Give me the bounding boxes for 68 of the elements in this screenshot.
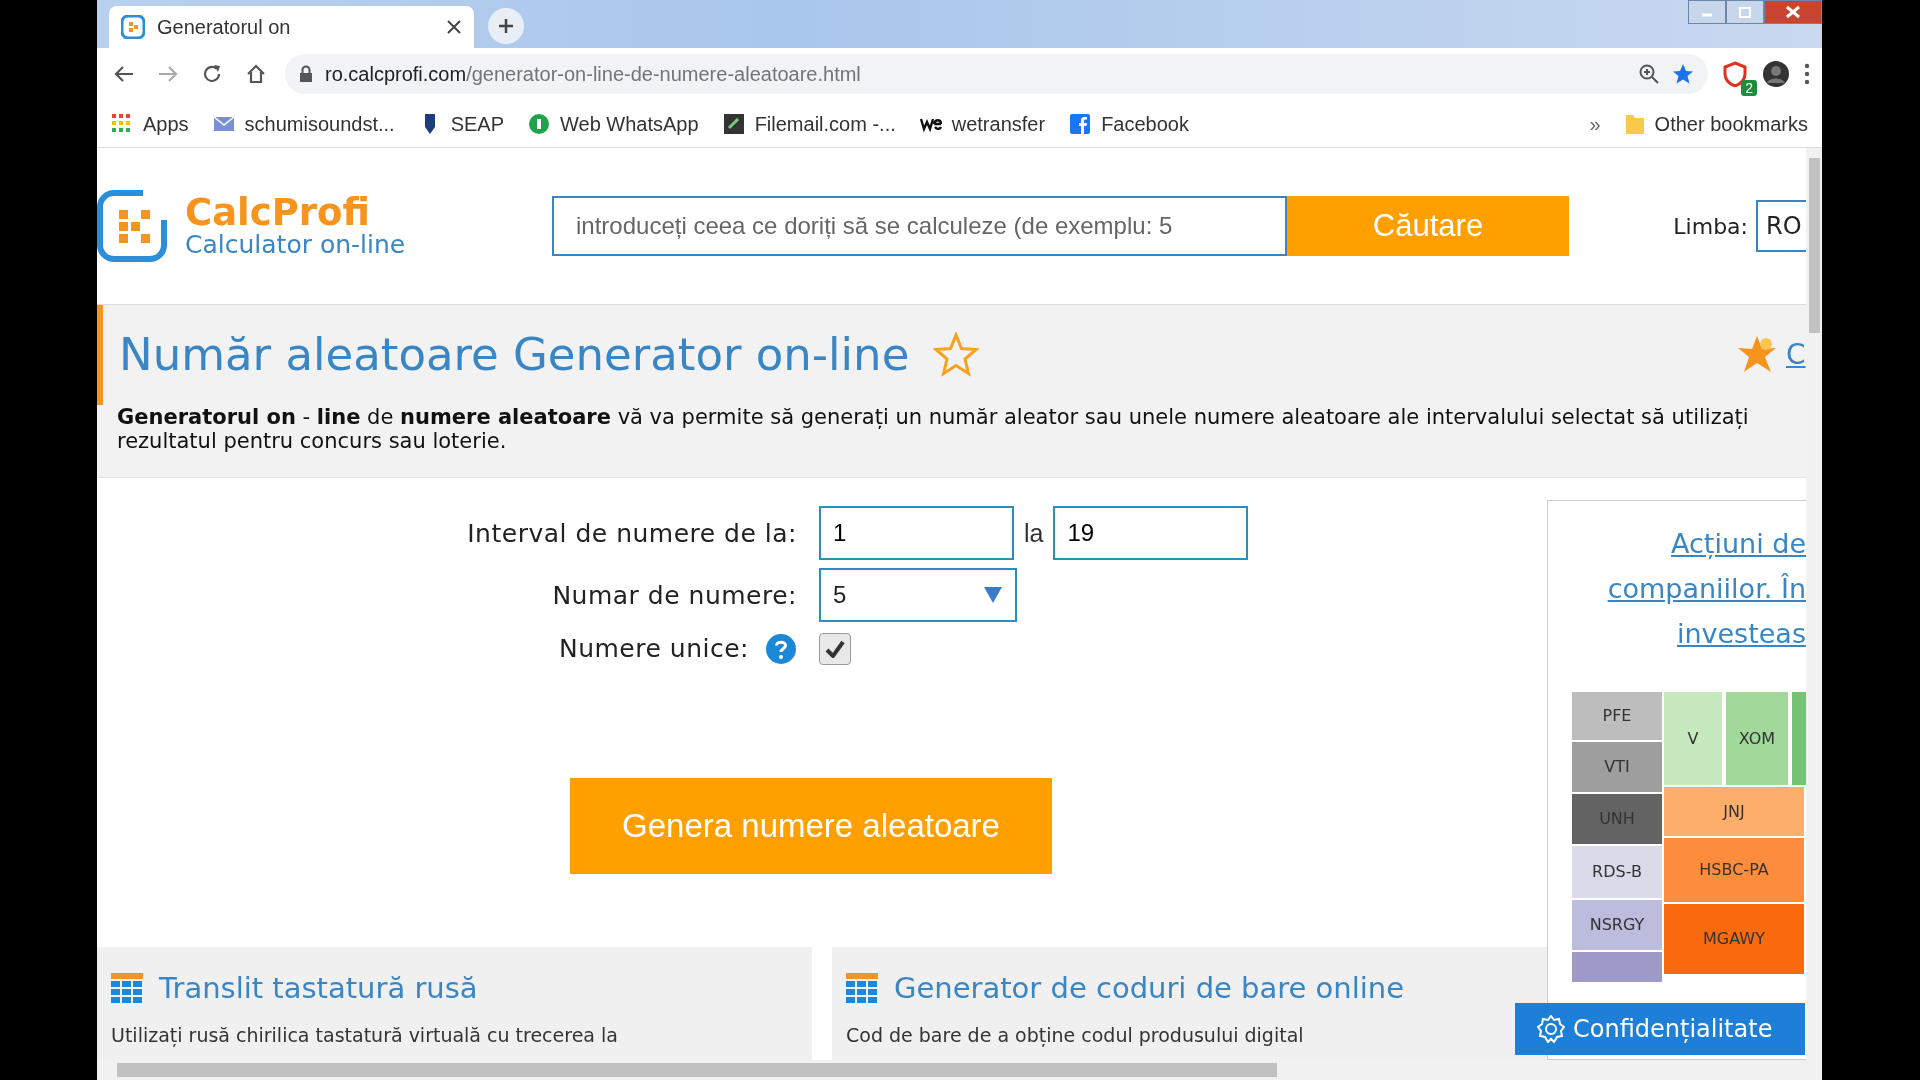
number-field[interactable]: 19	[1053, 506, 1249, 561]
ad-link[interactable]: companiilor. În	[1548, 566, 1806, 612]
count-select[interactable]: 5	[819, 568, 1017, 623]
logo-tagline: Calculator on-line	[185, 230, 406, 259]
description-text: Generatorul on - line de numere aleatoare vă va permite să generați un număr aleator sau unele numere aleatoare ale intervalului selectat să utilizați rezultatul pentru concurs sau loterie.	[116, 405, 1750, 454]
number-field[interactable]: 1	[819, 506, 1014, 561]
url-text: ro.calcprofi.com/generator-on-line-de-numere-aleatoare.html	[325, 62, 862, 87]
address-bar[interactable]: ro.calcprofi.com/generator-on-line-de-numere-aleatoare.html	[285, 54, 1708, 94]
chat-icon	[528, 112, 551, 135]
facebook-icon	[1069, 112, 1092, 135]
field-label: Numar de numere:	[551, 579, 797, 612]
new-tab-button[interactable]	[488, 8, 524, 44]
treemap-cell: PFE	[1572, 692, 1662, 741]
bookmark-link[interactable]: SEAP	[450, 108, 505, 139]
check-icon	[825, 640, 845, 659]
treemap-cell: XOM	[1726, 692, 1788, 786]
tab-title: Generatorul on	[157, 15, 292, 40]
site-favicon	[121, 15, 145, 39]
dropdown-arrow-icon	[983, 586, 1003, 605]
star-outline-icon[interactable]	[933, 332, 980, 378]
file-icon	[722, 112, 745, 135]
shield-icon[interactable]	[1722, 61, 1748, 87]
scrollbar[interactable]	[1806, 148, 1822, 1060]
field-label: Numere unice:	[558, 633, 749, 666]
bookmark-link[interactable]: Facebook	[1101, 108, 1189, 139]
bookmark-link[interactable]: Other bookmarks	[1654, 108, 1808, 139]
bookmark-link[interactable]: Apps	[143, 108, 189, 139]
scrollbar[interactable]	[97, 1060, 1822, 1080]
language-label: Limba:	[1673, 212, 1748, 241]
page-title: Număr aleatoare Generator on-line	[119, 328, 910, 382]
plus-icon	[497, 17, 515, 35]
home-icon[interactable]	[245, 63, 267, 85]
bookmark-link[interactable]: schumisoundst...	[244, 108, 395, 139]
treemap-cell: V	[1664, 692, 1722, 786]
treemap-cell: MGAWY	[1664, 904, 1804, 975]
privacy-button[interactable]: Confidențialitate	[1515, 1003, 1805, 1055]
settings-icon	[1537, 1015, 1565, 1043]
treemap-cell: VTI	[1572, 742, 1662, 793]
reload-icon[interactable]	[201, 63, 223, 85]
grid-icon	[111, 972, 143, 1005]
separator-text: la	[1024, 517, 1044, 549]
bookmark-link[interactable]: wetransfer	[951, 108, 1046, 139]
apps-grid-icon	[111, 112, 133, 135]
help-icon[interactable]	[765, 633, 797, 666]
close-icon[interactable]	[446, 19, 462, 35]
card-text: Utilizați rusă chirilica tastatură virtuală cu trecerea la	[111, 1022, 619, 1049]
browser-tab[interactable]: Generatorul on	[109, 6, 474, 48]
treemap-cell: RDS-B	[1572, 846, 1662, 899]
more-bookmarks-button[interactable]: »	[1589, 108, 1601, 139]
zoom-icon[interactable]	[1638, 63, 1660, 85]
bookmark-link[interactable]: Filemail.com -...	[754, 108, 896, 139]
lock-icon	[299, 65, 313, 83]
ad-link[interactable]: Acțiuni de	[1548, 521, 1806, 567]
grid-icon	[846, 972, 878, 1005]
ad-link[interactable]: investeas	[1548, 611, 1806, 657]
card-text: Cod de bare de a obține codul produsului digital	[846, 1022, 1305, 1049]
treemap-cell: HSBC-PA	[1664, 838, 1804, 903]
field-label: Interval de numere de la:	[466, 517, 797, 550]
avatar-icon[interactable]	[1762, 60, 1790, 88]
search-field[interactable]: introduceți ceea ce doriți să se calculeze (de exemplu: 5	[552, 196, 1287, 256]
unique-checkbox[interactable]	[819, 633, 851, 666]
treemap-cell: NSRGY	[1572, 900, 1662, 951]
star-icon[interactable]	[1672, 63, 1694, 85]
treemap-cell: JNJ	[1664, 787, 1804, 837]
menu-icon[interactable]	[1804, 63, 1810, 85]
bookmark-link[interactable]: Web WhatsApp	[560, 108, 699, 139]
folder-icon	[1624, 112, 1645, 135]
extension-badge: 2	[1741, 80, 1757, 96]
